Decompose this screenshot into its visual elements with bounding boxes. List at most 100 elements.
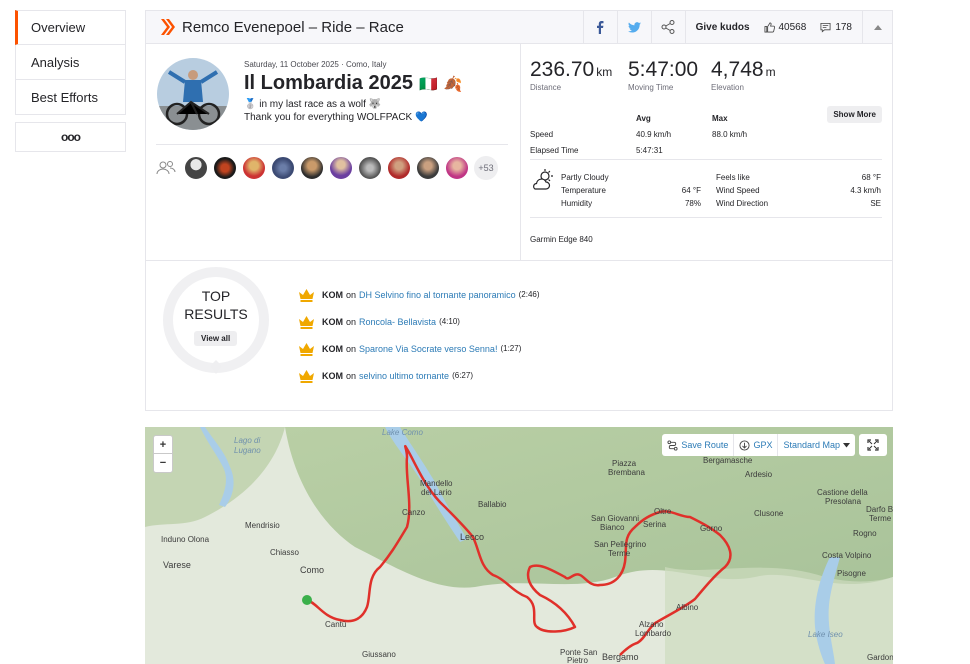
list-item: KOM on Roncola- Bellavista (4:10) [298, 308, 540, 335]
map-label: Lago di [234, 436, 261, 445]
elevation-value: 4,748 [711, 58, 764, 81]
map-label: Cantù [325, 620, 347, 629]
more-stats-table: Avg Max Speed 40.9 km/h 88.0 km/h Elapse… [530, 110, 882, 158]
give-kudos-button[interactable]: Give kudos [696, 22, 750, 33]
partly-cloudy-icon [533, 169, 553, 190]
map-label: Clusone [754, 509, 784, 518]
gpx-label: GPX [753, 440, 773, 450]
athlete-avatar[interactable] [387, 156, 411, 180]
athlete-avatar[interactable] [184, 156, 208, 180]
map-type-select[interactable]: Standard Map [778, 434, 855, 456]
wind-direction-label: Wind Direction [716, 199, 769, 208]
athlete-avatar[interactable] [271, 156, 295, 180]
more-options-button[interactable]: ooo [15, 122, 126, 152]
fullscreen-button[interactable] [859, 434, 887, 456]
share-button[interactable] [650, 11, 685, 43]
sidebar-item-overview[interactable]: Overview [15, 10, 126, 45]
crown-icon [299, 315, 314, 329]
zoom-in-button[interactable]: + [154, 436, 172, 454]
share-icon [661, 20, 675, 34]
kom-on-text: on [346, 370, 357, 381]
weather-grid: Partly Cloudy Feels like 68 °F Temperatu… [561, 171, 882, 210]
speed-max: 88.0 km/h [712, 129, 748, 139]
gpx-download-button[interactable]: GPX [734, 434, 779, 456]
activity-stats: 236.70 km Distance 5:47:00 Moving Time 4,… [521, 44, 893, 260]
map-label: Rogno [853, 529, 877, 538]
elevation-unit: m [765, 65, 776, 79]
segment-link[interactable]: selvino ultimo tornante [359, 371, 449, 381]
crown-icon [299, 288, 314, 302]
top-results-section: TOP RESULTS View all KOM on DH Selvino f… [146, 260, 893, 411]
elevation-label: Elevation [711, 83, 744, 92]
list-item: KOM on selvino ultimo tornante (6:27) [298, 362, 540, 389]
kom-tag: KOM [322, 289, 343, 300]
wind-direction-value: SE [870, 199, 881, 208]
kudos-group: Give kudos 40568 178 [684, 11, 862, 43]
speed-label: Speed [530, 129, 554, 139]
comment-icon [820, 22, 831, 32]
distance-label: Distance [530, 83, 562, 92]
table-header-row: Avg Max [530, 110, 882, 126]
map-label: Brembana [608, 468, 645, 477]
segment-time: (2:46) [518, 290, 540, 299]
kudos-count-button[interactable]: 40568 [764, 22, 806, 33]
athlete-avatar[interactable] [213, 156, 237, 180]
zoom-out-button[interactable]: − [154, 454, 172, 472]
athlete-avatar[interactable] [416, 156, 440, 180]
table-row: Elapsed Time 5:47:31 [530, 142, 882, 158]
map-label: Alzano [639, 620, 664, 629]
route-map[interactable]: Lake Como Lago di Lugano Mendrisio Indun… [145, 427, 893, 664]
segment-link[interactable]: Roncola- Bellavista [359, 317, 436, 327]
map-label: San Pellegrino [594, 540, 647, 549]
segment-link[interactable]: DH Selvino fino al tornante panoramico [359, 290, 516, 300]
map-label: Ardesio [745, 470, 773, 479]
activity-card: Remco Evenepoel – Ride – Race Give kudos… [145, 10, 893, 411]
page-title: Remco Evenepoel – Ride – Race [182, 18, 404, 36]
moving-time-value: 5:47:00 [628, 58, 699, 81]
thumbs-up-icon [764, 22, 775, 32]
activity-date: Saturday, 11 October 2025 · Como, Italy [244, 60, 387, 69]
elapsed-label: Elapsed Time [530, 145, 579, 155]
map-label: Bergamasche [703, 456, 753, 465]
map-label: Varese [163, 560, 191, 570]
map-label: Pietro [567, 656, 588, 664]
view-all-button[interactable]: View all [194, 331, 238, 346]
athlete-avatar[interactable] [445, 156, 469, 180]
map-label: Bergamo [602, 652, 639, 662]
collapse-button[interactable] [862, 11, 892, 43]
stats-inline: 236.70 km Distance 5:47:00 Moving Time 4,… [530, 58, 776, 92]
table-row: Speed 40.9 km/h 88.0 km/h [530, 126, 882, 142]
avg-header: Avg [636, 113, 651, 123]
athlete-avatar[interactable] [300, 156, 324, 180]
speed-avg: 40.9 km/h [636, 129, 672, 139]
map-label: Presolana [825, 497, 862, 506]
save-route-button[interactable]: Save Route [662, 434, 735, 456]
map-label: Como [300, 565, 325, 575]
comments-button[interactable]: 178 [820, 22, 852, 33]
crown-icon [299, 342, 314, 356]
athlete-avatar[interactable] [242, 156, 266, 180]
map-label: Serina [643, 520, 667, 529]
sidebar-item-analysis[interactable]: Analysis [15, 45, 126, 80]
map-label: Lake Como [382, 428, 423, 437]
twitter-share-button[interactable] [616, 11, 651, 43]
more-athletes-badge[interactable]: +53 [474, 156, 498, 180]
twitter-icon [627, 21, 641, 33]
map-label: Mendrisio [245, 521, 280, 530]
map-label: Giussano [362, 650, 396, 659]
stat-moving-time: 5:47:00 Moving Time [628, 58, 711, 92]
crown-icon [299, 369, 314, 383]
athlete-avatar[interactable] [329, 156, 353, 180]
humidity-label: Humidity [561, 199, 593, 208]
activity-summary: Saturday, 11 October 2025 · Como, Italy … [146, 44, 521, 260]
avatar[interactable] [157, 58, 229, 130]
athlete-avatar[interactable] [358, 156, 382, 180]
activity-header: Remco Evenepoel – Ride – Race Give kudos… [146, 11, 892, 44]
sidebar-item-best-efforts[interactable]: Best Efforts [15, 80, 126, 115]
facebook-share-button[interactable] [582, 11, 617, 43]
temperature-value: 64 °F [681, 186, 701, 195]
map-type-label: Standard Map [783, 440, 840, 450]
map-label: Lombardo [635, 629, 672, 638]
segment-link[interactable]: Sparone Via Socrate verso Senna! [359, 344, 497, 354]
fullscreen-icon [867, 439, 879, 451]
